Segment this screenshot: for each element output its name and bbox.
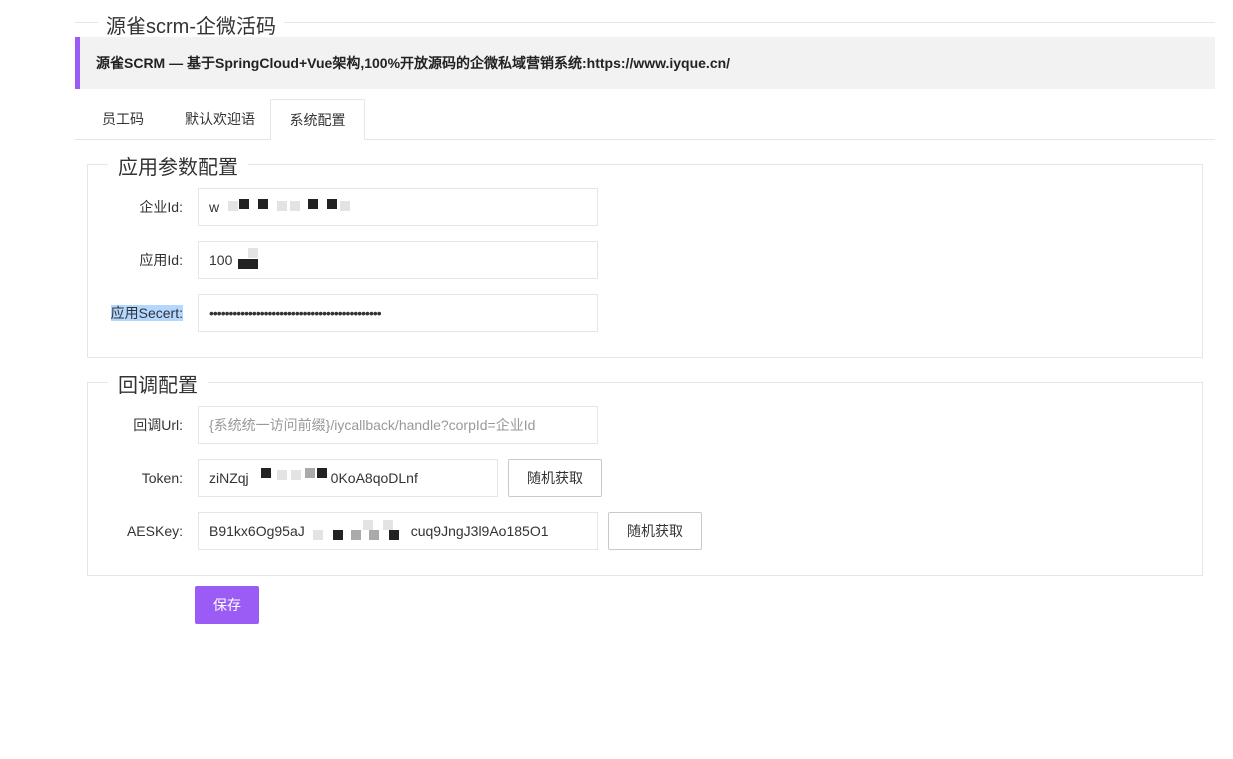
app-config-legend: 应用参数配置 xyxy=(108,151,248,180)
mosaic-block xyxy=(228,201,238,211)
aes-key-input[interactable]: B91kx6Og95aJ cuq9JngJ3l9Ao185O1 xyxy=(198,512,598,550)
mosaic-block xyxy=(248,248,258,258)
notice-banner: 源雀SCRM — 基于SpringCloud+Vue架构,100%开放源码的企微… xyxy=(75,37,1215,89)
notice-text: 源雀SCRM — 基于SpringCloud+Vue架构,100%开放源码的企微… xyxy=(96,55,731,71)
mosaic-block xyxy=(277,201,287,211)
aes-key-random-button[interactable]: 随机获取 xyxy=(608,512,702,550)
mosaic-block xyxy=(276,470,287,480)
mosaic-block xyxy=(258,199,268,209)
aes-key-label: AESKey: xyxy=(126,523,183,539)
tabs-divider xyxy=(75,139,1215,140)
tab-default-welcome[interactable]: 默认欢迎语 xyxy=(172,99,268,139)
secret-input[interactable] xyxy=(198,294,598,332)
mosaic-block xyxy=(340,201,350,211)
agent-id-mask xyxy=(232,246,266,274)
secret-label-text: 应用Secert: xyxy=(110,305,183,321)
aes-key-value-end: cuq9JngJ3l9Ao185O1 xyxy=(410,523,549,539)
mosaic-block xyxy=(239,199,249,209)
mosaic-block xyxy=(382,520,393,530)
tab-staff-code[interactable]: 员工码 xyxy=(90,99,156,139)
mosaic-block xyxy=(312,530,323,540)
token-label: Token: xyxy=(141,470,183,486)
corp-id-mask xyxy=(222,193,362,221)
mosaic-block xyxy=(368,530,379,540)
mosaic-block xyxy=(290,201,300,211)
callback-url-input[interactable] xyxy=(198,406,598,444)
mosaic-block xyxy=(350,530,361,540)
token-random-button[interactable]: 随机获取 xyxy=(508,459,602,497)
token-value-end: 0KoA8qoDLnf xyxy=(330,470,418,486)
aes-key-mask xyxy=(305,520,411,542)
callback-config-legend: 回调配置 xyxy=(108,369,208,398)
corp-id-label: 企业Id: xyxy=(139,199,183,215)
token-value-start: ziNZqj xyxy=(209,470,249,486)
mosaic-block xyxy=(316,468,327,478)
tab-system-config[interactable]: 系统配置 xyxy=(270,99,365,140)
mosaic-block xyxy=(327,199,337,209)
mosaic-block xyxy=(362,520,373,530)
token-mask xyxy=(249,468,331,488)
agent-id-label: 应用Id: xyxy=(139,252,183,268)
mosaic-block xyxy=(388,530,399,540)
secret-label: 应用Secert: xyxy=(73,303,183,323)
save-button[interactable]: 保存 xyxy=(195,586,259,624)
mosaic-block xyxy=(308,199,318,209)
aes-key-value-start: B91kx6Og95aJ xyxy=(209,523,305,539)
mosaic-block xyxy=(290,470,301,480)
token-input[interactable]: ziNZqj 0KoA8qoDLnf xyxy=(198,459,498,497)
callback-url-label: 回调Url: xyxy=(133,417,183,433)
mosaic-block xyxy=(238,259,258,269)
mosaic-block xyxy=(332,530,343,540)
page-title: 源雀scrm-企微活码 xyxy=(98,10,284,39)
mosaic-block xyxy=(260,468,271,478)
mosaic-block xyxy=(304,468,315,478)
